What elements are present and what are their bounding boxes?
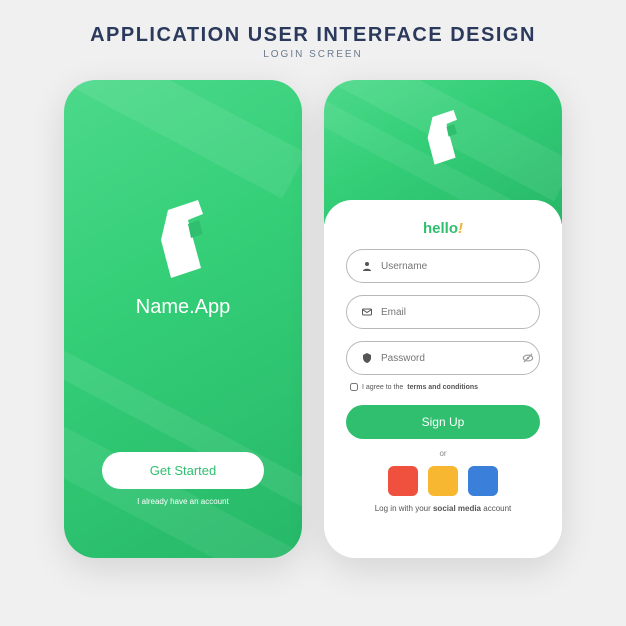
terms-link[interactable]: terms and conditions: [407, 384, 478, 391]
email-input[interactable]: [381, 307, 525, 318]
app-name-label: Name.App: [136, 296, 231, 319]
email-field[interactable]: [346, 295, 540, 329]
login-screen: hello!: [324, 80, 562, 558]
show-password-icon[interactable]: [521, 351, 535, 365]
email-icon: [361, 306, 373, 318]
shield-icon: [361, 352, 373, 364]
app-logo-icon: [153, 200, 213, 278]
social-login-blue-button[interactable]: [468, 466, 498, 496]
hello-heading: hello!: [423, 220, 463, 237]
terms-checkbox[interactable]: [350, 383, 358, 391]
page-header: APPLICATION USER INTERFACE DESIGN LOGIN …: [0, 0, 626, 60]
splash-screen: Name.App Get Started I already have an a…: [64, 80, 302, 558]
social-login-red-button[interactable]: [388, 466, 418, 496]
page-title: APPLICATION USER INTERFACE DESIGN: [0, 24, 626, 47]
social-login-yellow-button[interactable]: [428, 466, 458, 496]
password-field[interactable]: [346, 341, 540, 375]
username-field[interactable]: [346, 249, 540, 283]
social-row: [388, 466, 498, 496]
or-divider: or: [439, 449, 446, 458]
terms-prefix: I agree to the: [362, 384, 403, 391]
get-started-button[interactable]: Get Started: [102, 452, 264, 489]
signup-button[interactable]: Sign Up: [346, 405, 540, 439]
social-login-text: Log in with your social media account: [375, 504, 512, 513]
terms-checkbox-row[interactable]: I agree to the terms and conditions: [346, 383, 478, 391]
login-card: hello!: [324, 200, 562, 558]
username-input[interactable]: [381, 261, 525, 272]
app-logo-small-icon: [422, 110, 464, 166]
password-input[interactable]: [381, 353, 513, 364]
phones-container: Name.App Get Started I already have an a…: [0, 80, 626, 558]
already-have-account-link[interactable]: I already have an account: [137, 497, 229, 506]
user-icon: [361, 260, 373, 272]
page-subtitle: LOGIN SCREEN: [0, 49, 626, 60]
